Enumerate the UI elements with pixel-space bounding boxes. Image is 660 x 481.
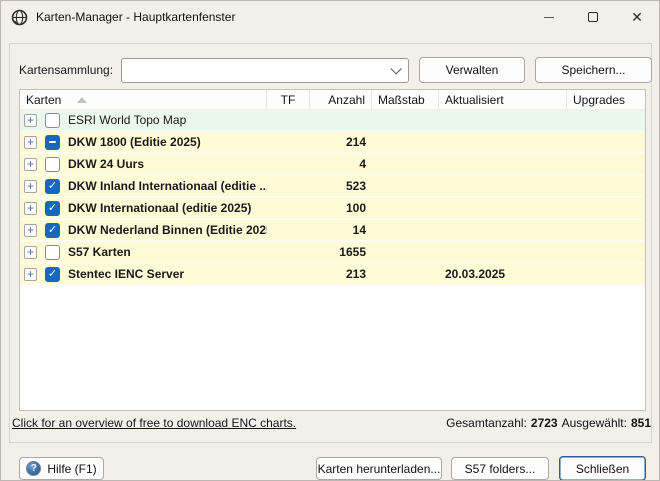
cell-name: S57 Karten — [20, 245, 267, 260]
collection-combobox[interactable] — [121, 58, 409, 83]
maximize-button[interactable] — [571, 1, 615, 33]
column-header-aktualisiert[interactable]: Aktualisiert — [439, 90, 567, 109]
minimize-button[interactable] — [527, 1, 571, 33]
app-globe-icon — [11, 9, 28, 26]
titlebar: Karten-Manager - Hauptkartenfenster ✕ — [1, 1, 659, 33]
window-title: Karten-Manager - Hauptkartenfenster — [36, 10, 235, 24]
expand-icon[interactable] — [24, 158, 37, 171]
cell-anzahl: 214 — [310, 135, 372, 149]
expand-icon[interactable] — [24, 268, 37, 281]
s57-folders-button[interactable]: S57 folders... — [451, 457, 549, 480]
selected-value: 851 — [631, 416, 651, 430]
collection-label: Kartensammlung: — [19, 63, 113, 77]
help-button-label: Hilfe (F1) — [47, 462, 96, 476]
row-label: DKW 1800 (Editie 2025) — [68, 135, 201, 149]
expand-icon[interactable] — [24, 224, 37, 237]
expand-icon[interactable] — [24, 136, 37, 149]
total-value: 2723 — [531, 416, 558, 430]
help-icon: ? — [26, 461, 41, 476]
column-header-massstab[interactable]: Maßstab — [372, 90, 439, 109]
enc-charts-link[interactable]: Click for an overview of free to downloa… — [12, 416, 296, 430]
column-header-upgrades[interactable]: Upgrades — [567, 90, 646, 109]
row-checkbox[interactable] — [45, 267, 60, 282]
expand-icon[interactable] — [24, 180, 37, 193]
table-body: ESRI World Topo Map DKW 1800 (Editie 2025… — [20, 110, 645, 286]
column-header-name[interactable]: Karten — [20, 90, 267, 109]
karten-manager-window: Karten-Manager - Hauptkartenfenster ✕ Ka… — [0, 0, 660, 481]
column-header-tf[interactable]: TF — [267, 90, 310, 109]
row-label: Stentec IENC Server — [68, 267, 184, 281]
row-checkbox[interactable] — [45, 135, 60, 150]
table-row[interactable]: DKW Internationaal (editie 2025) 100 — [20, 198, 645, 220]
table-row[interactable]: Stentec IENC Server 213 20.03.2025 — [20, 264, 645, 286]
charts-table: KartenTFAnzahlMaßstabAktualisiertUpgrade… — [19, 89, 646, 411]
close-dialog-button[interactable]: Schließen — [559, 456, 646, 481]
table-row[interactable]: DKW 1800 (Editie 2025) 214 — [20, 132, 645, 154]
cell-name: DKW Internationaal (editie 2025) — [20, 201, 267, 216]
row-checkbox[interactable] — [45, 201, 60, 216]
row-checkbox[interactable] — [45, 113, 60, 128]
totals: Gesamtanzahl: 2723 Ausgewählt: 851 — [446, 416, 651, 430]
row-checkbox[interactable] — [45, 245, 60, 260]
cell-name: DKW Nederland Binnen (Editie 2025) — [20, 223, 267, 238]
table-row[interactable]: DKW Inland Internationaal (editie ... 523 — [20, 176, 645, 198]
row-label: S57 Karten — [68, 245, 131, 259]
sort-ascending-icon — [77, 97, 87, 103]
cell-anzahl: 213 — [310, 267, 372, 281]
column-header-anzahl[interactable]: Anzahl — [310, 90, 372, 109]
manage-button[interactable]: Verwalten — [419, 57, 525, 83]
close-icon: ✕ — [631, 10, 643, 24]
close-button[interactable]: ✕ — [615, 1, 659, 33]
row-label: DKW Nederland Binnen (Editie 2025) — [68, 223, 267, 237]
row-label: DKW Inland Internationaal (editie ... — [68, 179, 267, 193]
download-charts-button[interactable]: Karten herunterladen... — [316, 457, 442, 480]
table-row[interactable]: S57 Karten 1655 — [20, 242, 645, 264]
row-checkbox[interactable] — [45, 157, 60, 172]
cell-name: DKW Inland Internationaal (editie ... — [20, 179, 267, 194]
cell-name: Stentec IENC Server — [20, 267, 267, 282]
row-label: ESRI World Topo Map — [68, 113, 186, 127]
expand-icon[interactable] — [24, 202, 37, 215]
table-row[interactable]: DKW Nederland Binnen (Editie 2025) 14 — [20, 220, 645, 242]
selected-label: Ausgewählt: — [562, 416, 627, 430]
table-row[interactable]: ESRI World Topo Map — [20, 110, 645, 132]
cell-anzahl: 100 — [310, 201, 372, 215]
cell-name: ESRI World Topo Map — [20, 113, 267, 128]
row-label: DKW Internationaal (editie 2025) — [68, 201, 251, 215]
cell-name: DKW 1800 (Editie 2025) — [20, 135, 267, 150]
total-label: Gesamtanzahl: — [446, 416, 527, 430]
save-button[interactable]: Speichern... — [535, 57, 652, 83]
table-header: KartenTFAnzahlMaßstabAktualisiertUpgrade… — [20, 90, 645, 110]
row-label: DKW 24 Uurs — [68, 157, 144, 171]
minimize-icon — [544, 17, 554, 18]
cell-anzahl: 1655 — [310, 245, 372, 259]
maximize-icon — [588, 12, 598, 22]
help-button[interactable]: ? Hilfe (F1) — [19, 457, 104, 480]
cell-anzahl: 4 — [310, 157, 372, 171]
row-checkbox[interactable] — [45, 223, 60, 238]
row-checkbox[interactable] — [45, 179, 60, 194]
cell-anzahl: 14 — [310, 223, 372, 237]
cell-anzahl: 523 — [310, 179, 372, 193]
expand-icon[interactable] — [24, 114, 37, 127]
table-row[interactable]: DKW 24 Uurs 4 — [20, 154, 645, 176]
cell-aktualisiert: 20.03.2025 — [439, 267, 567, 281]
chevron-down-icon — [390, 63, 401, 74]
cell-name: DKW 24 Uurs — [20, 157, 267, 172]
expand-icon[interactable] — [24, 246, 37, 259]
